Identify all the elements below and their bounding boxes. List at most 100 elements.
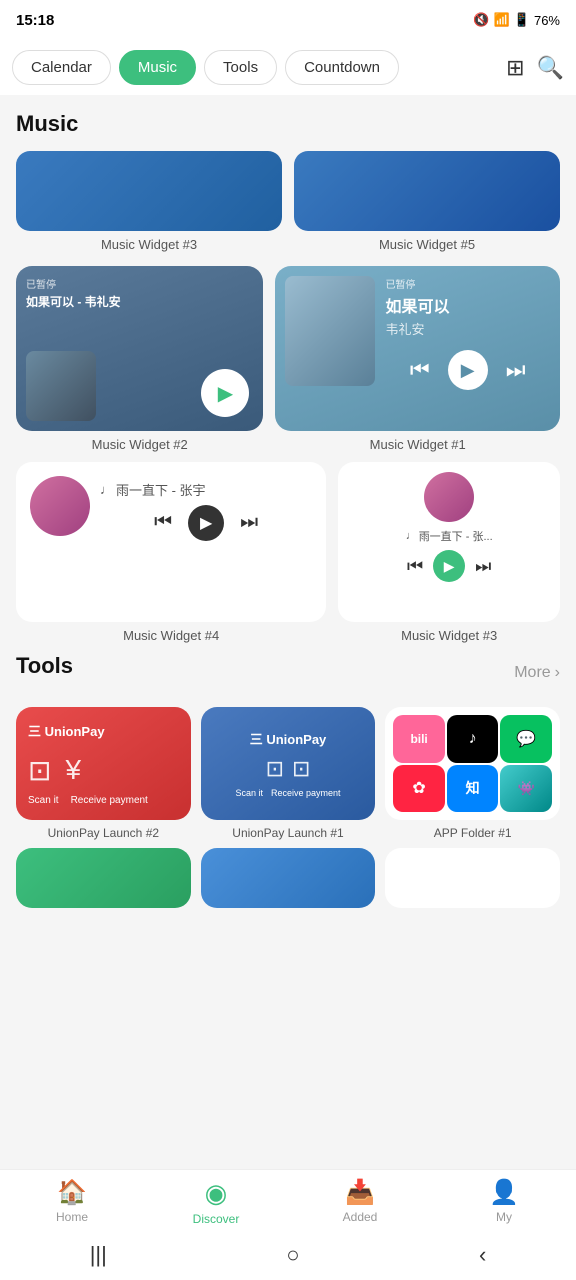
nav-my[interactable]: 👤 My: [432, 1178, 576, 1226]
tool-partial-2: [201, 848, 376, 908]
up1-recv-label: Receive payment: [271, 788, 341, 798]
more-link[interactable]: More ›: [514, 664, 560, 682]
music-widget-1-wrap: 已暂停 如果可以 韦礼安 ⏮ ▶ ⏭ Music Widget #1: [275, 266, 560, 458]
my-icon: 👤: [489, 1178, 519, 1207]
status-bar: 15:18 🔇 📶 📱 76%: [0, 0, 576, 40]
tab-countdown[interactable]: Countdown: [285, 50, 399, 85]
music-widget-2[interactable]: 已暂停 如果可以 - 韦礼安 ▶: [16, 266, 263, 431]
nav-tabs: Calendar Music Tools Countdown ⊞ 🔍: [0, 40, 576, 95]
receive-icon: ¥: [65, 754, 81, 787]
track3-name: ♩雨一直下 - 张宇: [100, 480, 312, 499]
status-badge-2: 已暂停: [26, 276, 253, 291]
music-widget-5-banner[interactable]: [294, 151, 560, 231]
prev-button-1[interactable]: ⏮: [410, 357, 430, 383]
music-widget-1-label: Music Widget #1: [275, 437, 560, 452]
recent-apps-btn[interactable]: |||: [90, 1242, 107, 1268]
track4-name: ♩雨一直下 - 张...: [406, 528, 493, 544]
prev-btn-3b[interactable]: ⏮: [407, 556, 423, 577]
nav-home[interactable]: 🏠 Home: [0, 1178, 144, 1226]
up-labels: Scan it Receive payment: [28, 795, 148, 806]
music-widget-4[interactable]: ♩雨一直下 - 张宇 ⏮ ▶ ⏭: [16, 462, 326, 622]
tools-row: 三 UnionPay ⊡ ¥ Scan it Receive payment U…: [16, 707, 560, 840]
play-button-2[interactable]: ▶: [201, 369, 249, 417]
music-widget-3-label: Music Widget #3: [16, 237, 282, 252]
unionpay-launch-2[interactable]: 三 UnionPay ⊡ ¥ Scan it Receive payment: [16, 707, 191, 820]
music-widget-4-label: Music Widget #4: [16, 628, 326, 643]
app-folder-1[interactable]: bili ♪ 💬 ✿ 知 👾: [385, 707, 560, 820]
unionpay-launch-1[interactable]: 三 UnionPay ⊡ ⊡ Scan it Receive payment: [201, 707, 376, 820]
tools-partial-row: [16, 848, 560, 908]
next-button-1[interactable]: ⏭: [506, 357, 526, 383]
card-controls-4: ⏮ ▶ ⏭: [100, 505, 312, 541]
added-label: Added: [343, 1210, 378, 1224]
app-tiktok: ♪: [447, 715, 499, 763]
music-widget-5-wrap: Music Widget #5: [294, 151, 560, 252]
status-icons: 🔇 📶 📱 76%: [473, 12, 560, 28]
nav-discover[interactable]: ◉ Discover: [144, 1178, 288, 1226]
nav-tab-icons: ⊞ 🔍: [506, 55, 564, 81]
track2-artist: 韦礼安: [385, 319, 550, 338]
up1-brand: 三 UnionPay: [250, 729, 327, 748]
music-widget-3b-wrap: ♩雨一直下 - 张... ⏮ ▶ ⏭ Music Widget #3: [338, 462, 560, 649]
music-widget-3b-label: Music Widget #3: [338, 628, 560, 643]
cover-art-1: [285, 276, 375, 386]
up1-scan-label: Scan it: [235, 788, 263, 798]
home-btn[interactable]: ○: [286, 1242, 299, 1268]
app-wechat: 💬: [500, 715, 552, 763]
app-bilibili: bili: [393, 715, 445, 763]
music-bottom-row: ♩雨一直下 - 张宇 ⏮ ▶ ⏭ Music Widget #4 ♩雨一直下 -: [16, 462, 560, 649]
next-btn-4[interactable]: ⏭: [240, 511, 258, 534]
my-label: My: [496, 1210, 512, 1224]
tools-header: Tools More ›: [16, 653, 560, 693]
prev-btn-4[interactable]: ⏮: [154, 511, 172, 534]
system-nav: ||| ○ ‹: [0, 1230, 576, 1280]
search-icon[interactable]: 🔍: [537, 55, 564, 81]
mute-icon: 🔇: [473, 12, 489, 28]
up1-labels: Scan it Receive payment: [235, 788, 340, 798]
main-content: Music Music Widget #3 Music Widget #5 已暂…: [0, 95, 576, 1038]
chevron-right-icon: ›: [555, 664, 560, 682]
battery-text: 76%: [534, 13, 560, 28]
discover-icon: ◉: [205, 1178, 228, 1209]
play-btn-3b[interactable]: ▶: [433, 550, 465, 582]
music-top-row: Music Widget #3 Music Widget #5: [16, 151, 560, 252]
tab-tools[interactable]: Tools: [204, 50, 277, 85]
music-widget-3-wrap: Music Widget #3: [16, 151, 282, 252]
back-btn[interactable]: ‹: [479, 1242, 486, 1268]
next-btn-3b[interactable]: ⏭: [475, 556, 491, 577]
music-section-title: Music: [16, 111, 560, 137]
play-button-1[interactable]: ▶: [448, 350, 488, 390]
music-widget-3-banner[interactable]: [16, 151, 282, 231]
tool-partial-3: [385, 848, 560, 908]
wifi-icon: 📶: [494, 12, 510, 28]
tool-partial-1: [16, 848, 191, 908]
tab-calendar[interactable]: Calendar: [12, 50, 111, 85]
grid-icon[interactable]: ⊞: [506, 55, 524, 81]
bottom-nav: 🏠 Home ◉ Discover 📥 Added 👤 My: [0, 1169, 576, 1230]
music-widget-1[interactable]: 已暂停 如果可以 韦礼安 ⏮ ▶ ⏭: [275, 266, 560, 431]
play-btn-4[interactable]: ▶: [188, 505, 224, 541]
music-widget-5-label: Music Widget #5: [294, 237, 560, 252]
up1-scan-icon: ⊡: [266, 756, 284, 782]
music-widget-3b[interactable]: ♩雨一直下 - 张... ⏮ ▶ ⏭: [338, 462, 560, 622]
music-widget-2-label: Music Widget #2: [16, 437, 263, 452]
track2-name: 如果可以: [385, 293, 550, 317]
receive-label: Receive payment: [71, 795, 148, 806]
music-controls-1: ⏮ ▶ ⏭: [385, 350, 550, 390]
scan-icon: ⊡: [28, 754, 51, 787]
track1-name: 如果可以 - 韦礼安: [26, 293, 253, 310]
signal-icon: 📱: [514, 12, 530, 28]
more-label: More: [514, 664, 550, 682]
up-scan-icons: ⊡ ¥: [28, 754, 81, 787]
tab-music[interactable]: Music: [119, 50, 196, 85]
cover-art-2: [26, 351, 96, 421]
nav-added[interactable]: 📥 Added: [288, 1178, 432, 1226]
scan-label: Scan it: [28, 795, 59, 806]
app-zhihu: 知: [447, 765, 499, 813]
discover-label: Discover: [193, 1212, 240, 1226]
app-folder-wrap: bili ♪ 💬 ✿ 知 👾 APP Folder #1: [385, 707, 560, 840]
up-brand: 三 UnionPay: [28, 721, 105, 740]
status-badge-1: 已暂停: [385, 276, 550, 291]
unionpay-1-wrap: 三 UnionPay ⊡ ⊡ Scan it Receive payment U…: [201, 707, 376, 840]
home-icon: 🏠: [57, 1178, 87, 1207]
